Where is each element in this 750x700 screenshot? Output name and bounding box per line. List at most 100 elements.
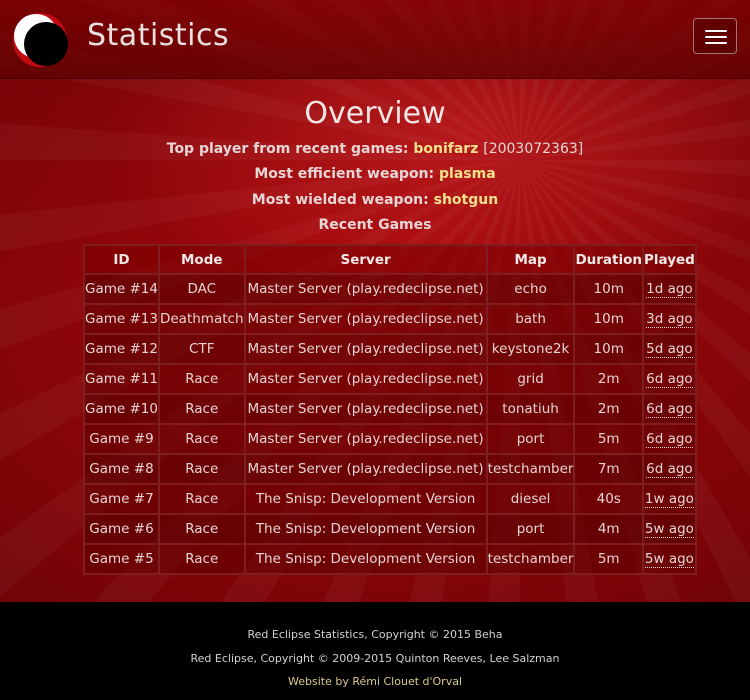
game-played-time[interactable]: 1w ago <box>644 491 694 508</box>
menu-toggle-button[interactable] <box>693 18 737 54</box>
game-id-link[interactable]: Game #13 <box>83 303 160 335</box>
game-mode[interactable]: Deathmatch <box>157 303 246 335</box>
game-played-cell: 3d ago <box>642 303 697 335</box>
game-map[interactable]: testchamber <box>485 453 576 485</box>
top-player-name[interactable]: bonifarz <box>413 141 478 157</box>
game-played-cell: 6d ago <box>642 453 697 485</box>
game-duration: 10m <box>573 333 644 365</box>
game-duration: 10m <box>573 303 644 335</box>
game-map[interactable]: testchamber <box>485 543 576 575</box>
column-header-played: Played <box>642 244 697 275</box>
game-duration: 5m <box>573 543 644 575</box>
column-header-map: Map <box>485 244 576 275</box>
game-map[interactable]: tonatiuh <box>485 393 576 425</box>
game-played-cell: 6d ago <box>642 363 697 395</box>
game-map[interactable]: echo <box>485 273 576 305</box>
footer-copyright-stats: Red Eclipse Statistics, Copyright © 2015… <box>247 628 503 641</box>
game-map[interactable]: port <box>485 513 576 545</box>
table-row: Game #9 Race Master Server (play.redecli… <box>83 423 697 455</box>
table-header-row: ID Mode Server Map Duration Played <box>83 244 697 275</box>
game-duration: 7m <box>573 453 644 485</box>
footer-website-credit[interactable]: Website by Rémi Clouet d'Orval <box>0 675 750 688</box>
game-id-link[interactable]: Game #9 <box>83 423 160 455</box>
game-server[interactable]: Master Server (play.redeclipse.net) <box>243 333 488 365</box>
game-id-link[interactable]: Game #10 <box>83 393 160 425</box>
game-mode[interactable]: Race <box>157 543 246 575</box>
game-played-cell: 5d ago <box>642 333 697 365</box>
game-id-link[interactable]: Game #12 <box>83 333 160 365</box>
game-duration: 10m <box>573 273 644 305</box>
column-header-id: ID <box>83 244 160 275</box>
table-row: Game #6 Race The Snisp: Development Vers… <box>83 513 697 545</box>
game-server[interactable]: Master Server (play.redeclipse.net) <box>243 303 488 335</box>
table-row: Game #13 Deathmatch Master Server (play.… <box>83 303 697 335</box>
game-server[interactable]: Master Server (play.redeclipse.net) <box>243 273 488 305</box>
efficient-weapon-line: Most efficient weapon: plasma <box>0 166 750 182</box>
game-mode[interactable]: Race <box>157 453 246 485</box>
game-played-time[interactable]: 6d ago <box>646 401 693 418</box>
game-mode[interactable]: CTF <box>157 333 246 365</box>
game-played-time[interactable]: 5w ago <box>644 551 694 568</box>
footer-copyright-game: Red Eclipse, Copyright © 2009-2015 Quint… <box>190 652 560 665</box>
game-id-link[interactable]: Game #7 <box>83 483 160 515</box>
game-server[interactable]: The Snisp: Development Version <box>243 513 488 545</box>
game-server[interactable]: Master Server (play.redeclipse.net) <box>243 453 488 485</box>
column-header-server: Server <box>243 244 488 275</box>
game-server[interactable]: Master Server (play.redeclipse.net) <box>243 393 488 425</box>
game-id-link[interactable]: Game #5 <box>83 543 160 575</box>
game-duration: 2m <box>573 363 644 395</box>
table-row: Game #7 Race The Snisp: Development Vers… <box>83 483 697 515</box>
efficient-weapon-label: Most efficient weapon: <box>254 166 435 182</box>
game-played-cell: 1w ago <box>642 483 697 515</box>
wielded-weapon-label: Most wielded weapon: <box>251 192 429 208</box>
game-played-time[interactable]: 5w ago <box>644 521 694 538</box>
game-server[interactable]: Master Server (play.redeclipse.net) <box>243 423 488 455</box>
column-header-mode: Mode <box>157 244 246 275</box>
game-played-cell: 5w ago <box>642 513 697 545</box>
game-id-link[interactable]: Game #6 <box>83 513 160 545</box>
game-played-time[interactable]: 5d ago <box>646 341 693 358</box>
game-played-time[interactable]: 3d ago <box>646 311 693 328</box>
game-mode[interactable]: Race <box>157 513 246 545</box>
game-duration: 2m <box>573 393 644 425</box>
table-row: Game #10 Race Master Server (play.redecl… <box>83 393 697 425</box>
game-map[interactable]: keystone2k <box>485 333 576 365</box>
game-mode[interactable]: DAC <box>157 273 246 305</box>
red-eclipse-logo-icon[interactable] <box>10 10 74 70</box>
table-row: Game #12 CTF Master Server (play.redecli… <box>83 333 697 365</box>
game-played-time[interactable]: 1d ago <box>646 281 693 298</box>
game-map[interactable]: grid <box>485 363 576 395</box>
game-played-cell: 1d ago <box>642 273 697 305</box>
game-id-link[interactable]: Game #11 <box>83 363 160 395</box>
game-played-time[interactable]: 6d ago <box>646 371 693 388</box>
game-duration: 40s <box>573 483 644 515</box>
game-id-link[interactable]: Game #14 <box>83 273 160 305</box>
navbar-brand[interactable]: Statistics <box>87 18 229 53</box>
efficient-weapon-value[interactable]: plasma <box>439 166 496 182</box>
game-server[interactable]: The Snisp: Development Version <box>243 543 488 575</box>
game-played-cell: 5w ago <box>642 543 697 575</box>
game-mode[interactable]: Race <box>157 483 246 515</box>
game-mode[interactable]: Race <box>157 423 246 455</box>
table-row: Game #8 Race Master Server (play.redecli… <box>83 453 697 485</box>
game-played-time[interactable]: 6d ago <box>646 431 693 448</box>
game-id-link[interactable]: Game #8 <box>83 453 160 485</box>
game-mode[interactable]: Race <box>157 393 246 425</box>
wielded-weapon-value[interactable]: shotgun <box>434 192 499 208</box>
game-map[interactable]: port <box>485 423 576 455</box>
game-mode[interactable]: Race <box>157 363 246 395</box>
game-server[interactable]: The Snisp: Development Version <box>243 483 488 515</box>
game-server[interactable]: Master Server (play.redeclipse.net) <box>243 363 488 395</box>
navbar: Statistics <box>0 0 750 79</box>
game-map[interactable]: diesel <box>485 483 576 515</box>
table-row: Game #11 Race Master Server (play.redecl… <box>83 363 697 395</box>
column-header-duration: Duration <box>573 244 644 275</box>
game-map[interactable]: bath <box>485 303 576 335</box>
top-player-line: Top player from recent games: bonifarz [… <box>0 141 750 157</box>
game-played-cell: 6d ago <box>642 423 697 455</box>
top-player-id: [2003072363] <box>483 141 584 157</box>
recent-games-heading: Recent Games <box>318 217 432 233</box>
game-played-time[interactable]: 6d ago <box>646 461 693 478</box>
game-duration: 5m <box>573 423 644 455</box>
page-title: Overview <box>304 96 446 131</box>
